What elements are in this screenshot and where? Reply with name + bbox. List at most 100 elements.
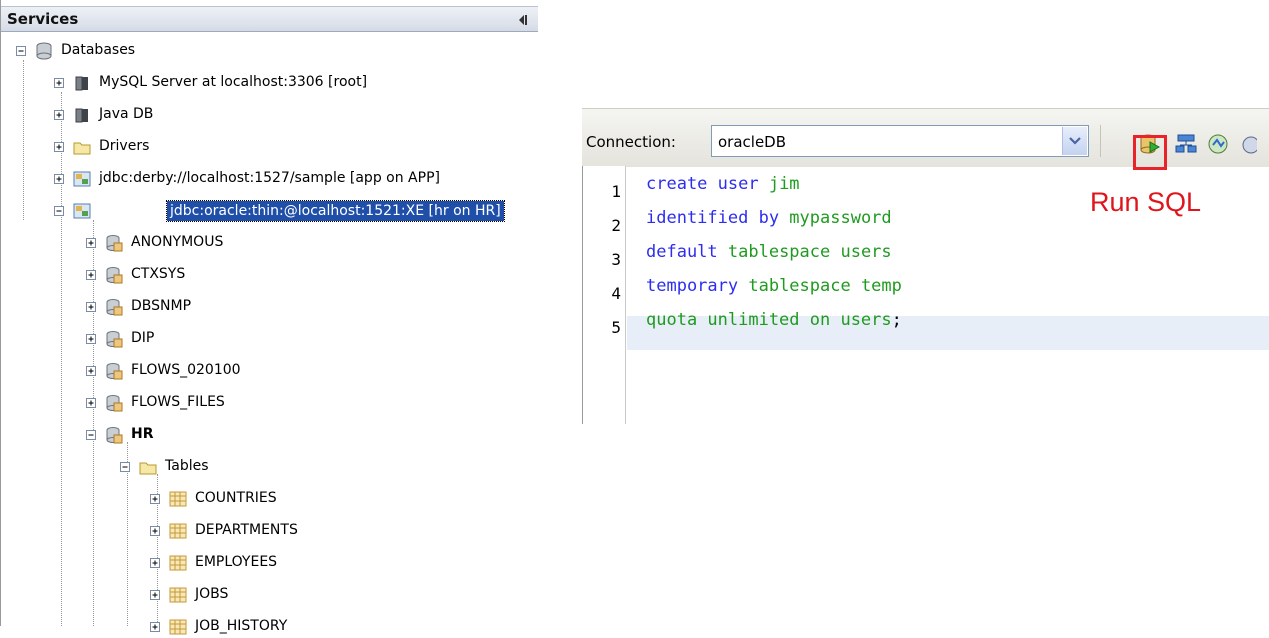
- tree-node[interactable]: FLOWS_020100: [85, 360, 538, 382]
- tree-node-label: FLOWS_FILES: [131, 394, 225, 410]
- sql-punctuation: ;: [891, 310, 902, 330]
- tree-node[interactable]: DEPARTMENTS: [149, 520, 538, 542]
- expand-node-icon[interactable]: [85, 397, 97, 409]
- expand-node-icon[interactable]: [149, 621, 161, 633]
- tree-node-label: CTXSYS: [131, 266, 186, 282]
- schema-icon: [106, 267, 123, 284]
- expand-node-icon[interactable]: [53, 173, 65, 185]
- tree-node[interactable]: Databases: [15, 40, 538, 62]
- tree-node-label: DIP: [131, 330, 155, 346]
- sql-text: jim: [768, 174, 800, 194]
- tree-node-label: jdbc:derby://localhost:1527/sample [app …: [99, 170, 440, 186]
- connection-dropdown-button[interactable]: [1062, 127, 1087, 155]
- tree-node[interactable]: DBSNMP: [85, 296, 538, 318]
- partial-toolbar-icon: [1242, 136, 1257, 154]
- tree-node-label: DEPARTMENTS: [195, 522, 298, 538]
- sql-editor: Connection: oracleDB Run SQL 1 2 3 4 5 c…: [582, 108, 1269, 424]
- run-sql-annotation: Run SQL: [1090, 187, 1202, 217]
- schema-icon: [106, 427, 123, 444]
- expand-node-icon[interactable]: [85, 237, 97, 249]
- connection-value: oracleDB: [718, 133, 787, 151]
- tree-node[interactable]: EMPLOYEES: [149, 552, 538, 574]
- tree-node[interactable]: FLOWS_FILES: [85, 392, 538, 414]
- tree-node-label: jdbc:oracle:thin:@localhost:1521:XE [hr …: [166, 200, 505, 222]
- tree-node[interactable]: Tables: [119, 456, 538, 478]
- sql-keyword: temporary: [646, 276, 749, 296]
- code-line: temporary tablespace temp: [646, 276, 902, 296]
- table-icon: [169, 587, 187, 603]
- expand-node-icon[interactable]: [53, 141, 65, 153]
- expand-node-icon[interactable]: [85, 365, 97, 377]
- sql-text: quota unlimited on users: [646, 310, 892, 330]
- line-number: 5: [611, 318, 621, 337]
- sql-keyword: default: [646, 242, 728, 262]
- services-header: Services: [1, 6, 538, 32]
- connection-icon: [73, 203, 91, 219]
- tree-node[interactable]: ANONYMOUS: [85, 232, 538, 254]
- sql-keyword: identified by: [646, 208, 790, 228]
- tree-node[interactable]: JOB_HISTORY: [149, 616, 538, 638]
- code-line: quota unlimited on users;: [646, 310, 902, 330]
- expand-node-icon[interactable]: [149, 557, 161, 569]
- schema-icon: [106, 235, 123, 252]
- expand-node-icon[interactable]: [85, 333, 97, 345]
- code-line: create user jim: [646, 174, 800, 194]
- line-number: 2: [611, 216, 621, 235]
- line-number-gutter: 1 2 3 4 5: [582, 166, 626, 424]
- folder-icon: [139, 462, 157, 475]
- tree-node-label: ANONYMOUS: [131, 234, 224, 250]
- sql-text: tablespace users: [727, 242, 892, 262]
- tree-node[interactable]: JOBS: [149, 584, 538, 606]
- sql-text: mypassword: [789, 208, 892, 228]
- tree-node-label: FLOWS_020100: [131, 362, 241, 378]
- table-icon: [169, 555, 187, 571]
- tree-node-label: DBSNMP: [131, 298, 192, 314]
- folder-icon: [73, 142, 91, 155]
- tree-node-label: JOB_HISTORY: [195, 618, 288, 634]
- minimize-panel-icon[interactable]: [516, 13, 530, 27]
- tree-node[interactable]: jdbc:oracle:thin:@localhost:1521:XE [hr …: [53, 200, 538, 222]
- expand-node-icon[interactable]: [149, 525, 161, 537]
- execute-statement-icon[interactable]: [1175, 133, 1197, 155]
- schema-icon: [106, 331, 123, 348]
- table-icon: [169, 491, 187, 507]
- tree-node[interactable]: DIP: [85, 328, 538, 350]
- tree-node-label: Drivers: [99, 138, 150, 154]
- connection-label: Connection:: [586, 133, 676, 151]
- tree-node[interactable]: jdbc:derby://localhost:1527/sample [app …: [53, 168, 538, 190]
- expand-node-icon[interactable]: [149, 589, 161, 601]
- java-db-icon: [75, 108, 88, 123]
- collapse-node-icon[interactable]: [119, 461, 131, 473]
- tree-node-label: HR: [131, 426, 154, 442]
- tree-node[interactable]: Java DB: [53, 104, 538, 126]
- tree-node[interactable]: Drivers: [53, 136, 538, 158]
- table-icon: [169, 523, 187, 539]
- expand-node-icon[interactable]: [53, 77, 65, 89]
- expand-node-icon[interactable]: [85, 301, 97, 313]
- sql-text: tablespace temp: [748, 276, 902, 296]
- run-sql-highlight: [1133, 135, 1167, 170]
- schema-icon: [106, 299, 123, 316]
- expand-node-icon[interactable]: [149, 493, 161, 505]
- line-number: 1: [611, 182, 621, 201]
- expand-node-icon[interactable]: [53, 109, 65, 121]
- sql-keyword: create user: [646, 174, 769, 194]
- tree-node-label: JOBS: [195, 586, 229, 602]
- tree-node[interactable]: COUNTRIES: [149, 488, 538, 510]
- tree-node[interactable]: MySQL Server at localhost:3306 [root]: [53, 72, 538, 94]
- collapse-node-icon[interactable]: [53, 205, 65, 217]
- tree-node-label: Tables: [165, 458, 209, 474]
- connection-select[interactable]: oracleDB: [711, 125, 1089, 157]
- tree-node[interactable]: HR: [85, 424, 538, 446]
- table-icon: [169, 619, 187, 635]
- expand-node-icon[interactable]: [85, 269, 97, 281]
- chevron-down-icon: [1069, 137, 1081, 145]
- collapse-node-icon[interactable]: [85, 429, 97, 441]
- code-line: default tablespace users: [646, 242, 892, 262]
- tree-node-label: MySQL Server at localhost:3306 [root]: [99, 74, 368, 90]
- tree-node[interactable]: CTXSYS: [85, 264, 538, 286]
- mysql-server-icon: [75, 76, 88, 91]
- sql-history-icon[interactable]: [1207, 133, 1229, 155]
- line-number: 3: [611, 250, 621, 269]
- collapse-node-icon[interactable]: [15, 45, 27, 57]
